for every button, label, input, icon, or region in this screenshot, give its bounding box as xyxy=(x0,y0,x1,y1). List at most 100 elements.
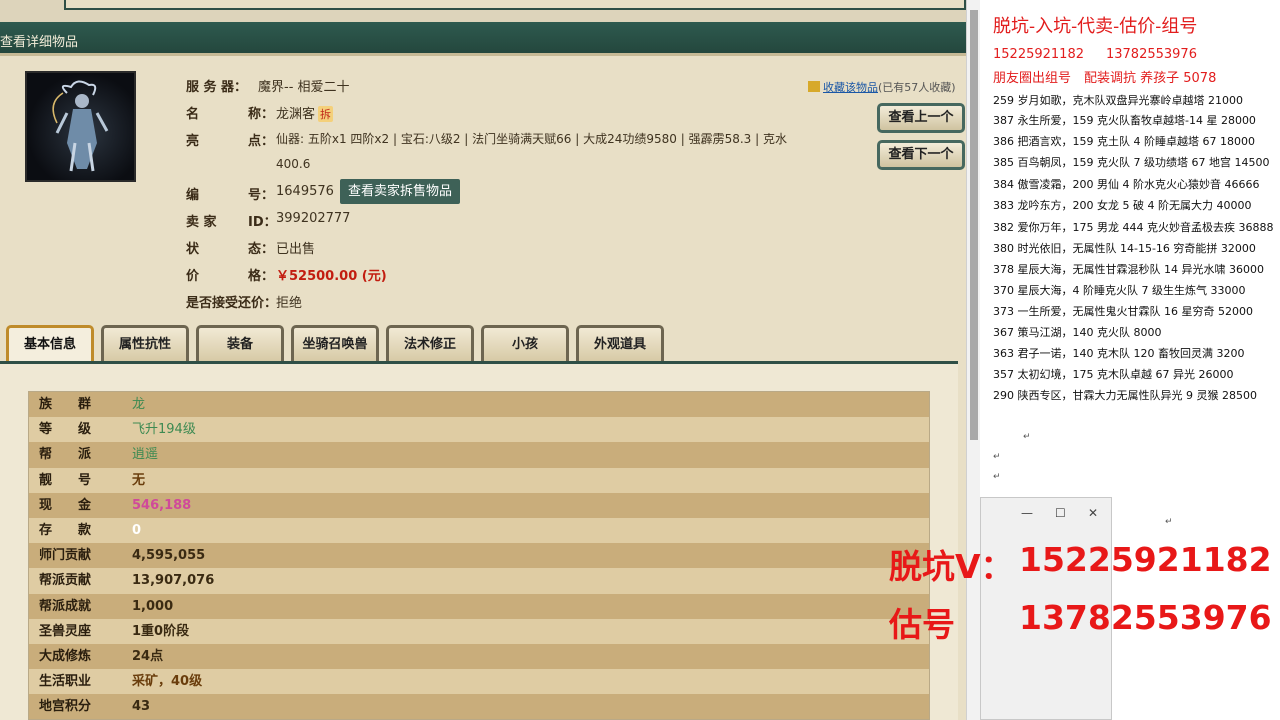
seller-label-b: ID： xyxy=(248,215,277,230)
table-row: 现 金 546,188 xyxy=(29,492,929,518)
close-icon[interactable]: ✕ xyxy=(1088,506,1098,520)
list-item: 386 把酒言欢，159 克土队 4 阶睡卓越塔 67 18000 xyxy=(993,135,1255,148)
split-badge: 拆 xyxy=(318,106,334,122)
phone-2: 13782553976 xyxy=(1105,47,1197,62)
view-seller-items-button[interactable]: 查看卖家拆售物品 xyxy=(340,179,461,204)
character-portrait xyxy=(25,71,136,182)
table-row: 帮派贡献 13,907,076 xyxy=(29,568,929,594)
highlight-value-1: 仙器: 五阶x1 四阶x2 | 宝石:八级2 | 法门坐骑满天赋66 | 大成2… xyxy=(276,132,787,146)
table-row: 存 款 0 xyxy=(29,517,929,544)
table-row: 圣兽灵座 1重0阶段 xyxy=(29,618,929,644)
attr-key: 现 金 xyxy=(39,497,92,513)
table-row: 帮 派 逍遥 xyxy=(29,442,929,468)
highlight-value-2: 400.6 xyxy=(276,157,311,171)
contact-label: 脱坑V： xyxy=(889,547,1014,586)
attr-value: 逍遥 xyxy=(132,447,159,463)
status-label-b: 态： xyxy=(248,242,275,257)
list-item: 383 龙吟东方，200 女龙 5 破 4 阶无属大力 40000 xyxy=(993,199,1252,212)
attr-key: 帮 派 xyxy=(39,447,92,463)
return-mark-icon: ↵ xyxy=(993,452,1001,462)
attr-value: 采矿，40级 xyxy=(132,674,203,690)
list-item: 259 岁月如歌，克木队双盘异光寨岭卓越塔 21000 xyxy=(993,94,1243,107)
list-item: 382 爱你万年，175 男龙 444 克火妙音孟极去疾 36888 xyxy=(993,221,1274,234)
notepad-phones: 15225921182 13782553976 xyxy=(993,47,1219,62)
attr-key: 存 款 xyxy=(39,522,92,538)
seller-value: 399202777 xyxy=(276,211,351,226)
top-strip xyxy=(0,0,966,22)
detail-tabs: 基本信息 属性抗性 装备 坐骑召唤兽 法术修正 小孩 外观道具 xyxy=(6,325,966,361)
page-scrollbar[interactable] xyxy=(966,0,980,720)
attr-value: 546,188 xyxy=(132,497,192,513)
appraise-label: 估号 xyxy=(889,605,955,644)
next-item-button[interactable]: 查看下一个 xyxy=(877,140,965,170)
table-row: 大成修炼 24点 xyxy=(29,643,929,670)
status-value: 已出售 xyxy=(276,242,316,257)
attr-key: 生活职业 xyxy=(39,674,92,690)
attr-value: 43 xyxy=(132,699,151,715)
table-row: 帮派成就 1,000 xyxy=(29,593,929,619)
list-item: 385 百鸟朝凤，159 克火队 7 级功绩塔 67 地宫 14500 xyxy=(993,156,1270,169)
list-item: 378 星辰大海，无属性甘霖混秒队 14 异光水啸 36000 xyxy=(993,263,1264,276)
attr-value: 1,000 xyxy=(132,598,174,614)
attr-value: 24点 xyxy=(132,648,164,664)
list-item: 363 君子一诺，140 克木队 120 畜牧回灵满 3200 xyxy=(993,347,1245,360)
return-mark-icon: ↵ xyxy=(1165,517,1173,527)
list-item: 387 永生所爱，159 克火队畜牧卓越塔-14 星 28000 xyxy=(993,114,1256,127)
attr-key: 帮派成就 xyxy=(39,598,92,614)
bargain-label: 是否接受还价： xyxy=(186,296,278,311)
scrollbar-thumb[interactable] xyxy=(970,10,978,440)
attr-value: 飞升194级 xyxy=(132,422,196,438)
tab-mounts-pets[interactable]: 坐骑召唤兽 xyxy=(291,325,379,361)
name-label-b: 称： xyxy=(248,107,275,122)
list-item: 290 陕西专区，甘霖大力无属性队异光 9 灵猴 28500 xyxy=(993,389,1257,402)
attr-value: 1重0阶段 xyxy=(132,623,190,639)
tab-attributes[interactable]: 属性抗性 xyxy=(101,325,189,361)
list-item: 373 一生所爱，无属性鬼火甘霖队 16 星穷奇 52000 xyxy=(993,305,1253,318)
tab-appearance[interactable]: 外观道具 xyxy=(576,325,664,361)
list-item: 370 星辰大海，4 阶睡克火队 7 级生生炼气 33000 xyxy=(993,284,1246,297)
name-value-wrap: 龙渊客拆 xyxy=(276,103,334,122)
price-label-a: 价 xyxy=(186,269,200,284)
table-row: 生活职业 采矿，40级 xyxy=(29,669,929,695)
price-label-b: 格： xyxy=(248,269,275,284)
notepad-title: 脱坑-入坑-代卖-估价-组号 xyxy=(993,16,1198,37)
favorite-count: (已有57人收藏) xyxy=(878,81,956,94)
bargain-value: 拒绝 xyxy=(276,296,303,311)
attr-value: 13,907,076 xyxy=(132,573,215,589)
prev-item-button[interactable]: 查看上一个 xyxy=(877,103,965,133)
item-detail-page: 查看详细物品 服 务 器： 魔界-- 相爱二十 名 称： 龙渊客拆 亮 点： 仙… xyxy=(0,0,966,720)
attr-key: 师门贡献 xyxy=(39,548,92,564)
attr-value: 龙 xyxy=(132,397,146,412)
window-title: 查看详细物品 xyxy=(0,35,79,50)
attr-value: 无 xyxy=(132,472,146,488)
seller-label-a: 卖 家 xyxy=(186,215,217,230)
tab-spell-correction[interactable]: 法术修正 xyxy=(386,325,474,361)
server-label: 服 务 器： xyxy=(186,80,248,95)
id-value: 1649576 xyxy=(276,184,334,199)
tab-equipment[interactable]: 装备 xyxy=(196,325,284,361)
id-label-b: 号： xyxy=(248,188,275,203)
list-item: 384 傲雪凌霜，200 男仙 4 阶水克火心猿妙音 46666 xyxy=(993,178,1260,191)
favorite-area: 收藏该物品(已有57人收藏) xyxy=(808,79,956,95)
attr-value: 0 xyxy=(132,522,142,538)
name-value: 龙渊客 xyxy=(276,107,316,122)
favorite-link[interactable]: 收藏该物品 xyxy=(823,81,878,94)
phone-1: 15225921182 xyxy=(993,47,1084,62)
tab-basic-info[interactable]: 基本信息 xyxy=(6,325,94,361)
star-folder-icon xyxy=(808,81,820,92)
name-label-a: 名 xyxy=(186,107,200,122)
return-mark-icon: ↵ xyxy=(1023,432,1031,442)
highlight-label-b: 点： xyxy=(248,134,275,149)
tab-children[interactable]: 小孩 xyxy=(481,325,569,361)
list-item: 357 太初幻境，175 克木队卓越 67 异光 26000 xyxy=(993,368,1234,381)
maximize-icon[interactable]: ☐ xyxy=(1055,506,1066,520)
table-row: 师门贡献 4,595,055 xyxy=(29,543,929,569)
notepad-slogan: 朋友圈出组号 配装调抗 养孩子 5078 xyxy=(993,71,1217,86)
table-row: 靓 号无 xyxy=(29,467,929,493)
attr-value: 4,595,055 xyxy=(132,548,206,564)
toggle-switch[interactable] xyxy=(1230,12,1260,28)
attr-key: 圣兽灵座 xyxy=(39,623,92,639)
appraise-number: 13782553976 xyxy=(1019,598,1272,637)
minimize-icon[interactable]: — xyxy=(1021,506,1033,520)
attr-key: 大成修炼 xyxy=(39,648,92,664)
